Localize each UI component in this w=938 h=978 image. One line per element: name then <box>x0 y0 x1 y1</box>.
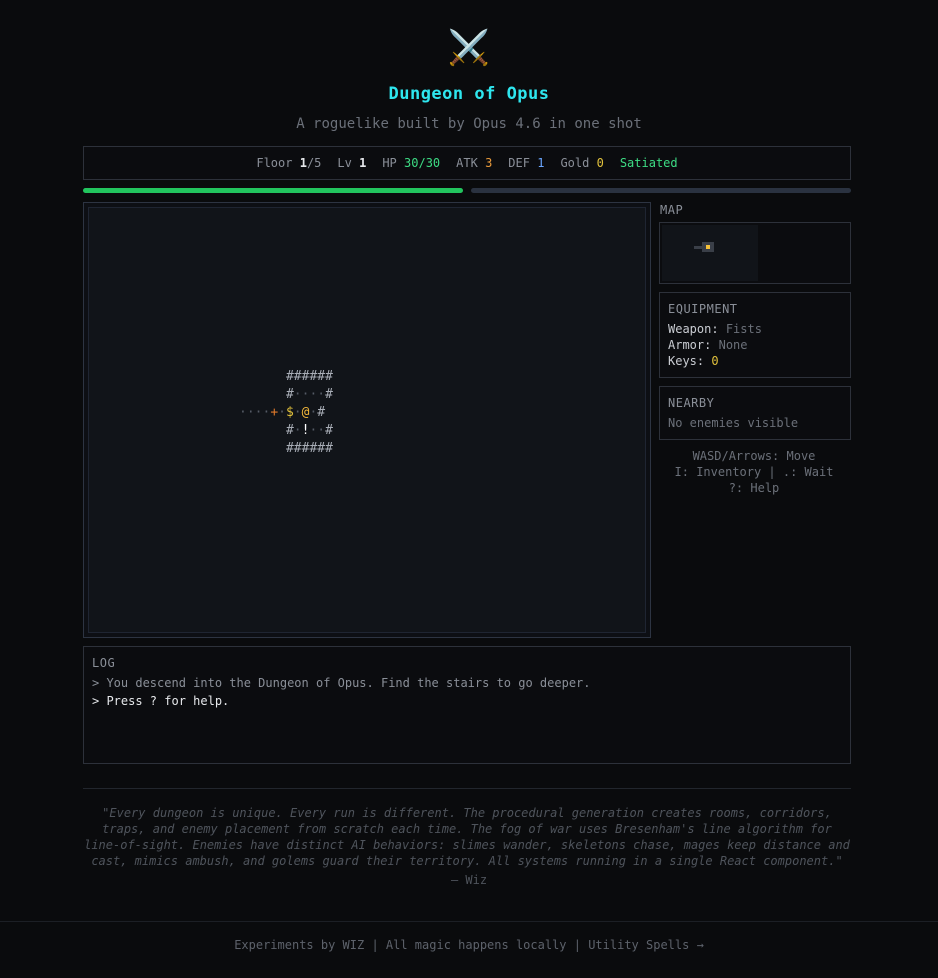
nearby-panel: NEARBY No enemies visible <box>659 386 851 440</box>
tile-row: ····+·$·@·# <box>239 405 326 420</box>
tile-row: #·!··# <box>285 423 333 438</box>
divider <box>0 921 938 922</box>
armor-row: Armor: None <box>668 338 748 352</box>
crossed-swords-icon: ⚔️ <box>447 28 491 68</box>
weapon-row: Weapon: Fists <box>668 322 762 336</box>
dungeon-viewport[interactable]: ###### #····# ····+·$·@·# #·!··# ###### <box>83 202 651 638</box>
minimap-label: MAP <box>660 203 684 217</box>
hp-bar-fill <box>83 188 463 193</box>
nearby-heading: NEARBY <box>668 396 715 410</box>
dungeon-canvas[interactable]: ###### #····# ····+·$·@·# #·!··# ###### <box>88 207 646 633</box>
def-stat: DEF 1 <box>508 156 545 170</box>
game-subtitle: A roguelike built by Opus 4.6 in one sho… <box>296 116 642 132</box>
status-bar: Floor 1/5 Lv 1 HP 30/30 ATK 3 DEF 1 Gold… <box>83 146 851 180</box>
controls-help: WASD/Arrows: Move I: Inventory | .: Wait… <box>659 448 849 496</box>
utility-spells-link[interactable]: Utility Spells → <box>588 938 704 952</box>
log-entry: > You descend into the Dungeon of Opus. … <box>92 676 591 690</box>
minimap <box>659 222 851 284</box>
tile-row: ###### <box>285 441 333 456</box>
keys-row: Keys: 0 <box>668 354 719 368</box>
quote-text: "Every dungeon is unique. Every run is d… <box>84 806 850 868</box>
equipment-heading: EQUIPMENT <box>668 302 738 316</box>
gold-stat: Gold 0 <box>560 156 604 170</box>
help-help: ?: Help <box>728 481 780 495</box>
atk-stat: ATK 3 <box>456 156 493 170</box>
minimap-explored <box>662 225 758 281</box>
nearby-text: No enemies visible <box>668 416 799 430</box>
footer: Experiments by WIZ | All magic happens l… <box>0 938 938 952</box>
tile-row: ###### <box>285 369 333 384</box>
footer-text: Experiments by WIZ | All magic happens l… <box>234 938 589 952</box>
help-inventory: I: Inventory | .: Wait <box>674 465 834 479</box>
equipment-panel: EQUIPMENT Weapon: Fists Armor: None Keys… <box>659 292 851 378</box>
help-move: WASD/Arrows: Move <box>692 449 816 463</box>
hp-bar <box>83 188 463 193</box>
log-entry: > Press ? for help. <box>92 694 230 708</box>
minimap-corridor <box>694 246 702 249</box>
message-log: LOG > You descend into the Dungeon of Op… <box>83 646 851 764</box>
level-stat: Lv 1 <box>337 156 367 170</box>
xp-bar <box>471 188 851 193</box>
floor-stat: Floor 1/5 <box>256 156 322 170</box>
dungeon-tiles: ###### #····# ····+·$·@·# #·!··# ###### <box>239 368 333 458</box>
minimap-player-marker <box>706 245 710 249</box>
quote-signature: — Wiz <box>450 873 488 887</box>
log-heading: LOG <box>92 656 116 670</box>
hunger-status: Satiated <box>619 156 678 170</box>
divider <box>83 788 851 789</box>
tile-row: #····# <box>285 387 333 402</box>
game-title: Dungeon of Opus <box>388 84 550 104</box>
hp-stat: HP 30/30 <box>382 156 441 170</box>
